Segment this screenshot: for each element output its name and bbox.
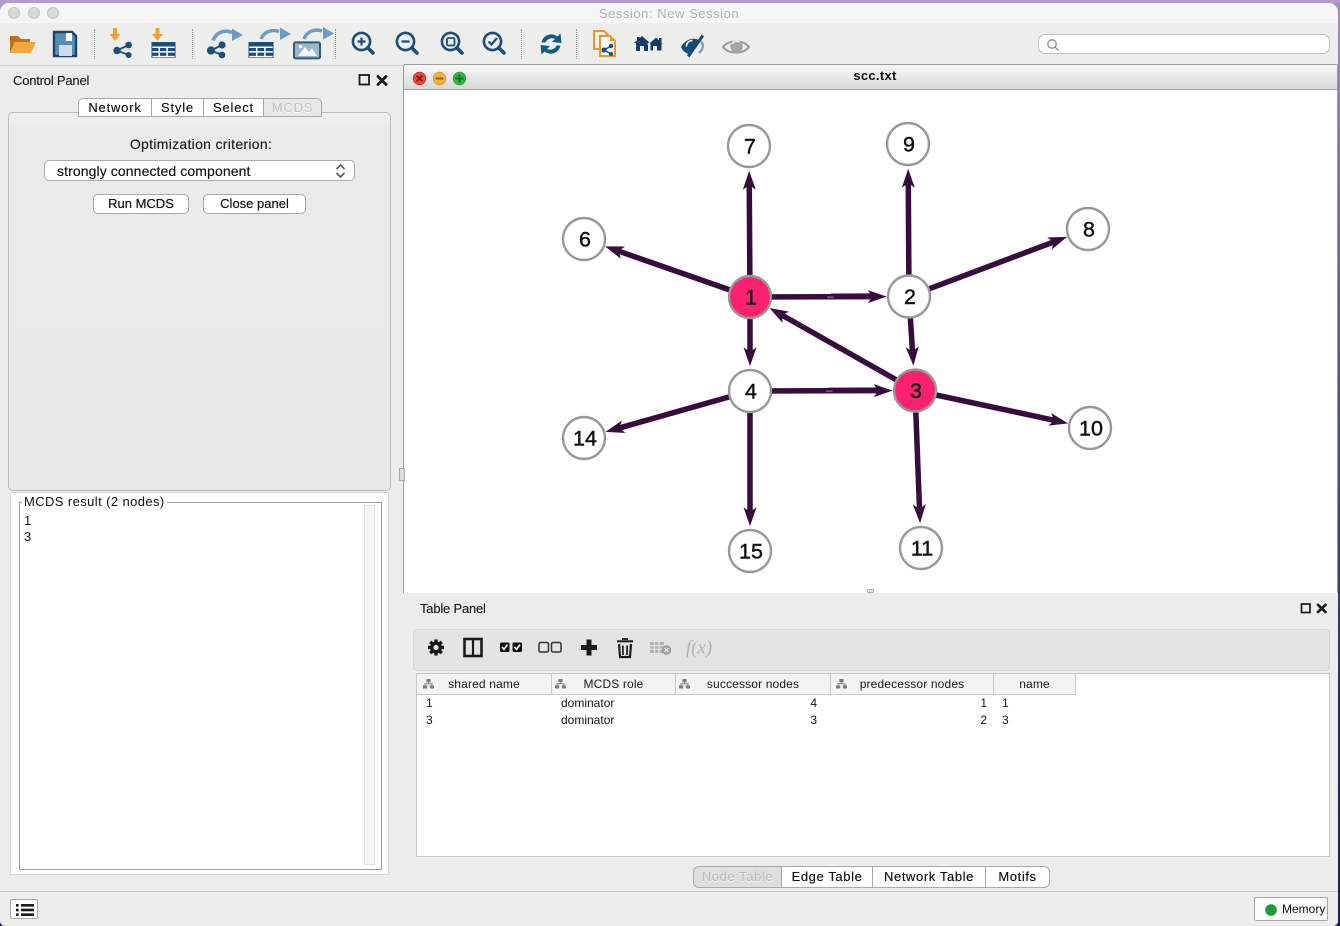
svg-text:8: 8 <box>1083 218 1095 242</box>
svg-text:3: 3 <box>910 379 922 403</box>
svg-text:10: 10 <box>1079 417 1103 441</box>
svg-text:9: 9 <box>903 133 915 157</box>
svg-text:7: 7 <box>744 135 756 159</box>
svg-text:2: 2 <box>904 285 916 309</box>
svg-text:6: 6 <box>579 228 591 252</box>
svg-text:4: 4 <box>745 380 757 404</box>
svg-text:f(x): f(x) <box>686 638 712 659</box>
svg-text:1: 1 <box>745 286 757 310</box>
svg-text:15: 15 <box>739 540 763 564</box>
svg-text:11: 11 <box>911 537 933 561</box>
svg-text:14: 14 <box>573 427 597 451</box>
